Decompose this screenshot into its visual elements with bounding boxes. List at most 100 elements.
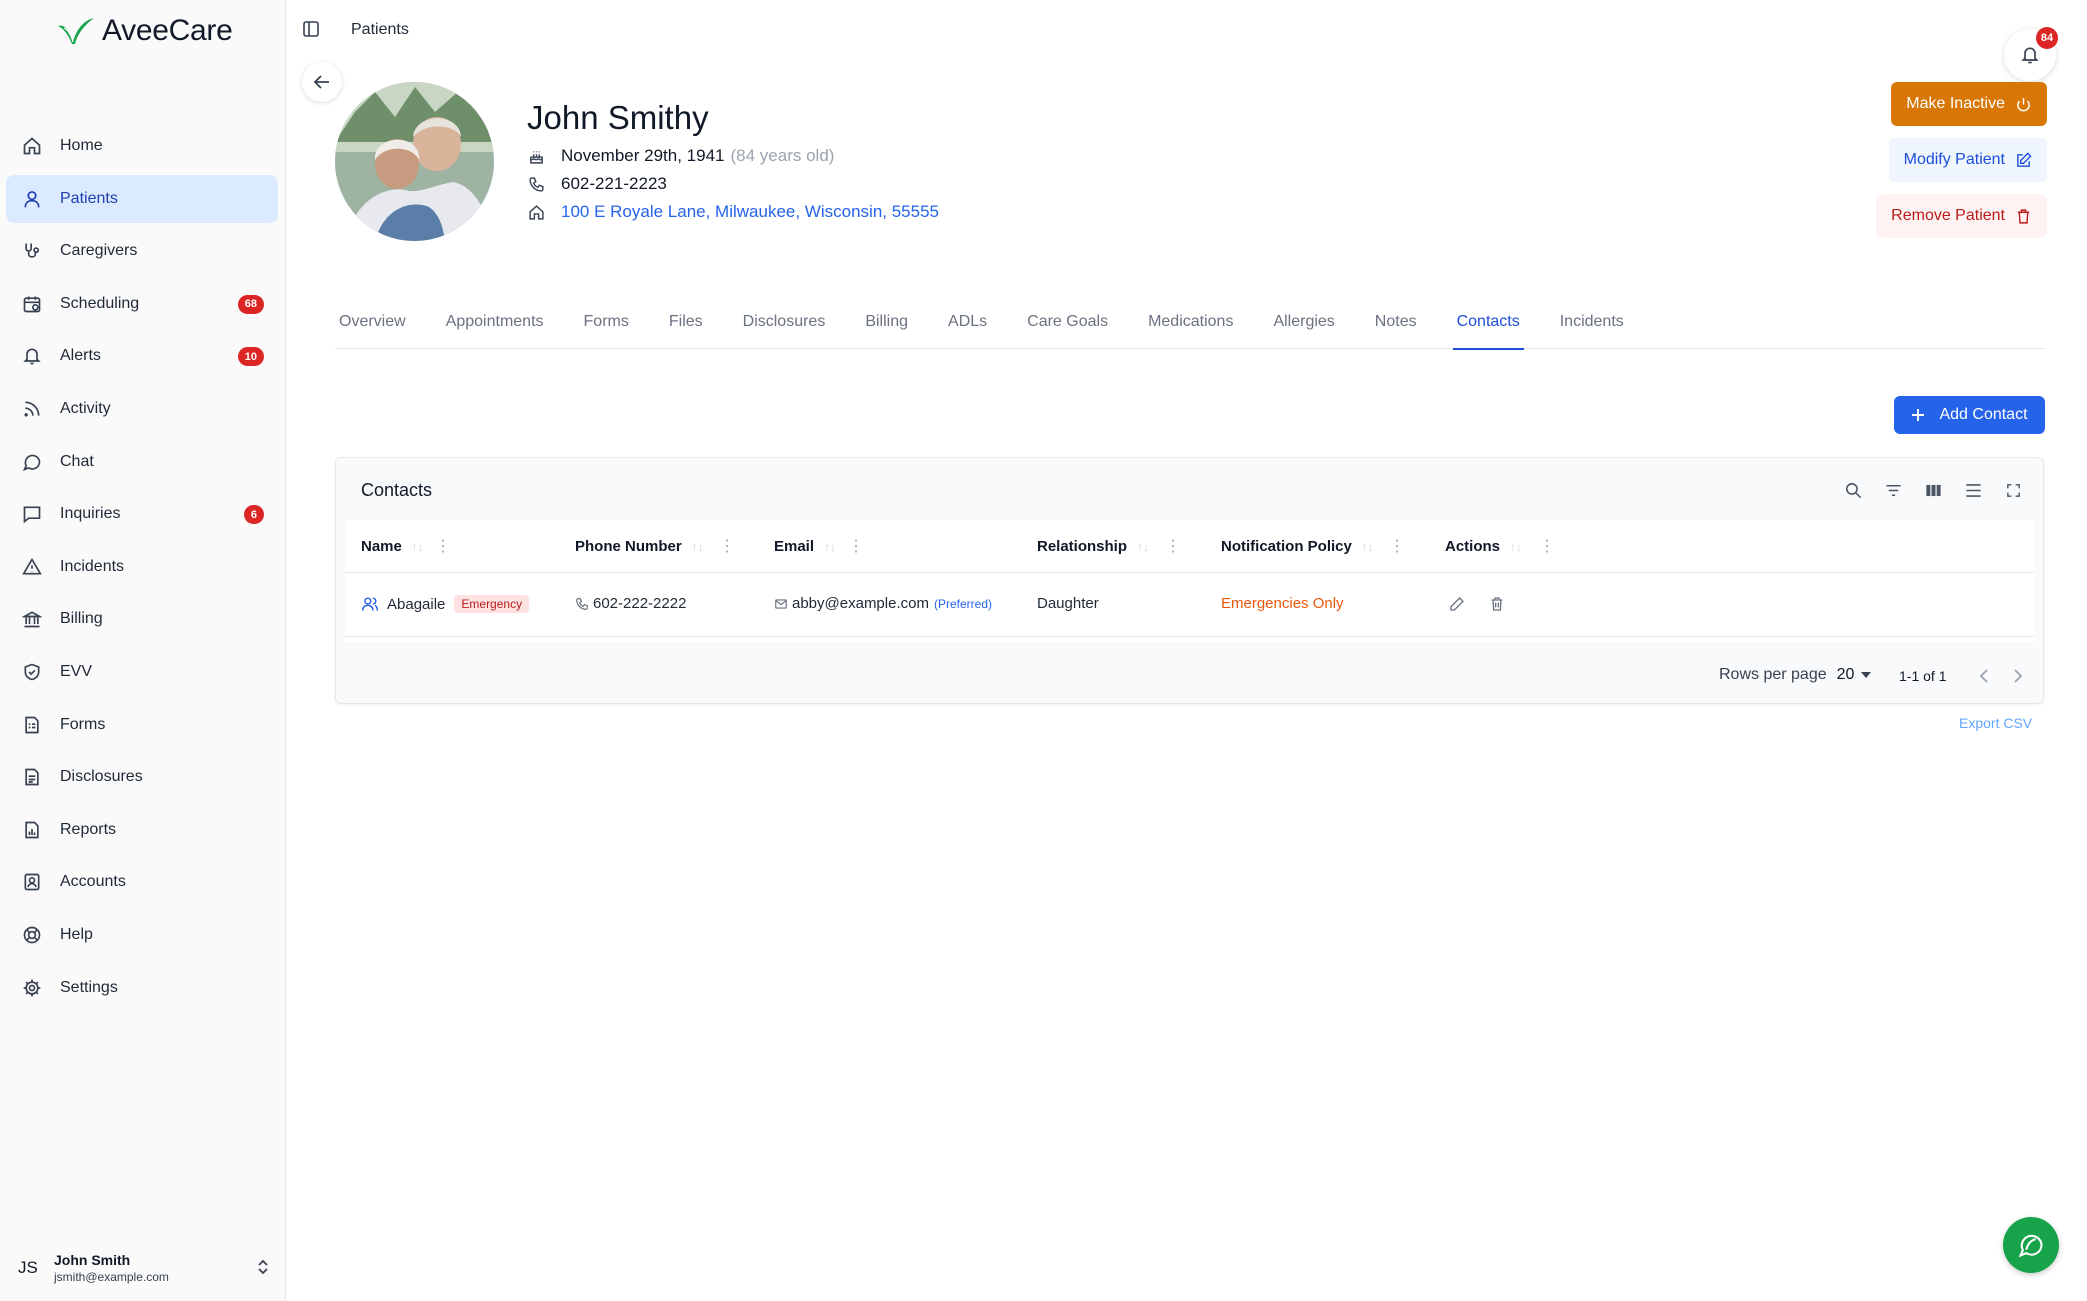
- notifications-button[interactable]: 84: [2004, 27, 2058, 81]
- stethoscope-icon: [21, 240, 43, 262]
- column-menu-icon[interactable]: ⋮: [1165, 536, 1181, 556]
- sort-icon[interactable]: ↑↓: [1362, 540, 1374, 554]
- table-header: Name ↑↓ ⋮ Phone Number ↑↓ ⋮ Email ↑↓ ⋮ Rela…: [345, 520, 2035, 573]
- patient-name: John Smithy: [527, 99, 709, 136]
- tab-allergies[interactable]: Allergies: [1269, 306, 1338, 349]
- sidebar-item-billing[interactable]: Billing: [6, 595, 278, 643]
- cell-actions: [1448, 595, 1506, 613]
- column-header-relationship[interactable]: Relationship ↑↓ ⋮: [1037, 538, 1181, 555]
- contact-email: abby@example.com: [792, 595, 929, 612]
- tab-billing[interactable]: Billing: [861, 306, 912, 349]
- tab-notes[interactable]: Notes: [1371, 306, 1421, 349]
- gear-icon: [21, 977, 43, 999]
- column-header-actions[interactable]: Actions ↑↓ ⋮: [1445, 538, 1555, 555]
- column-menu-icon[interactable]: ⋮: [435, 536, 451, 556]
- sidebar-item-reports[interactable]: Reports: [6, 806, 278, 854]
- user-menu[interactable]: JS John Smith jsmith@example.com: [0, 1235, 286, 1301]
- next-page-icon[interactable]: [2008, 666, 2028, 686]
- alerts-count-badge: 10: [237, 347, 264, 367]
- cell-relationship: Daughter: [1037, 595, 1099, 612]
- sort-icon[interactable]: ↑↓: [692, 540, 704, 554]
- modify-patient-button[interactable]: Modify Patient: [1888, 138, 2047, 182]
- make-inactive-button[interactable]: Make Inactive: [1891, 82, 2047, 126]
- remove-patient-button[interactable]: Remove Patient: [1876, 194, 2047, 238]
- tab-disclosures[interactable]: Disclosures: [739, 306, 830, 349]
- sort-icon[interactable]: ↑↓: [1510, 540, 1522, 554]
- search-icon[interactable]: [1841, 478, 1865, 502]
- edit-pencil-icon[interactable]: [1448, 595, 1466, 613]
- sidebar-item-chat[interactable]: Chat: [6, 438, 278, 486]
- sidebar-item-forms[interactable]: Forms: [6, 701, 278, 749]
- tab-incidents[interactable]: Incidents: [1556, 306, 1628, 349]
- columns-icon[interactable]: [1921, 478, 1945, 502]
- rows-per-page: Rows per page 20: [1719, 666, 1872, 684]
- sidebar-item-caregivers[interactable]: Caregivers: [6, 227, 278, 275]
- sidebar-item-scheduling[interactable]: Scheduling 68: [6, 280, 278, 328]
- column-header-notification-policy[interactable]: Notification Policy ↑↓ ⋮: [1221, 538, 1405, 555]
- sort-icon[interactable]: ↑↓: [412, 540, 424, 554]
- tab-contacts[interactable]: Contacts: [1452, 306, 1524, 350]
- column-header-email[interactable]: Email ↑↓ ⋮: [774, 538, 864, 555]
- contact-name[interactable]: Abagaile: [387, 596, 445, 613]
- column-menu-icon[interactable]: ⋮: [1539, 536, 1555, 556]
- sidebar-item-settings[interactable]: Settings: [6, 964, 278, 1012]
- arrow-left-icon: [313, 73, 331, 91]
- assistant-chat-button[interactable]: [2003, 1217, 2059, 1273]
- sidebar-toggle-icon[interactable]: [302, 20, 322, 40]
- sidebar-item-accounts[interactable]: Accounts: [6, 858, 278, 906]
- fullscreen-icon[interactable]: [2001, 478, 2025, 502]
- prev-page-icon[interactable]: [1974, 666, 1994, 686]
- home-icon: [21, 135, 43, 157]
- patient-address-link[interactable]: 100 E Royale Lane, Milwaukee, Wisconsin,…: [561, 202, 939, 222]
- column-label: Actions: [1445, 538, 1501, 555]
- page-count: 1-1 of 1: [1899, 668, 1947, 684]
- tab-forms[interactable]: Forms: [580, 306, 633, 349]
- sidebar-item-alerts[interactable]: Alerts 10: [6, 332, 278, 380]
- export-csv-link[interactable]: Export CSV: [1959, 715, 2032, 731]
- contacts-table: Name ↑↓ ⋮ Phone Number ↑↓ ⋮ Email ↑↓ ⋮ Rela…: [345, 520, 2035, 642]
- tab-appointments[interactable]: Appointments: [442, 306, 548, 349]
- back-button[interactable]: [302, 62, 342, 102]
- tab-files[interactable]: Files: [665, 306, 707, 349]
- chevron-up-down-icon[interactable]: [256, 1259, 270, 1275]
- sidebar-item-label: Alerts: [60, 347, 101, 365]
- form-icon: [21, 714, 43, 736]
- modify-patient-label: Modify Patient: [1903, 151, 2005, 168]
- sidebar-item-inquiries[interactable]: Inquiries 6: [6, 490, 278, 538]
- column-label: Relationship: [1037, 538, 1128, 555]
- tab-overview[interactable]: Overview: [335, 306, 410, 349]
- sidebar-item-patients[interactable]: Patients: [6, 174, 278, 223]
- column-menu-icon[interactable]: ⋮: [719, 536, 735, 556]
- filter-icon[interactable]: [1881, 478, 1905, 502]
- patient-age: (84 years old): [730, 146, 835, 165]
- density-icon[interactable]: [1961, 478, 1985, 502]
- breadcrumb[interactable]: Patients: [351, 21, 409, 39]
- sidebar-item-help[interactable]: Help: [6, 911, 278, 959]
- sidebar-item-evv[interactable]: EVV: [6, 648, 278, 696]
- sidebar-item-activity[interactable]: Activity: [6, 385, 278, 433]
- tab-medications[interactable]: Medications: [1144, 306, 1237, 349]
- sidebar-item-incidents[interactable]: Incidents: [6, 543, 278, 591]
- brand-logo[interactable]: AveeCare: [56, 14, 233, 48]
- user-name: John Smith: [54, 1252, 131, 1268]
- trash-icon[interactable]: [1488, 595, 1506, 613]
- tab-adls[interactable]: ADLs: [944, 306, 991, 349]
- leaf-chat-icon: [2017, 1231, 2045, 1259]
- column-menu-icon[interactable]: ⋮: [848, 536, 864, 556]
- rss-icon: [21, 398, 43, 420]
- user-info: John Smith jsmith@example.com: [54, 1252, 169, 1284]
- patient-address-row: 100 E Royale Lane, Milwaukee, Wisconsin,…: [527, 202, 939, 222]
- add-contact-button[interactable]: Add Contact: [1894, 396, 2045, 434]
- sidebar-item-label: Incidents: [60, 557, 125, 575]
- sidebar-item-home[interactable]: Home: [6, 122, 278, 170]
- column-header-name[interactable]: Name ↑↓ ⋮: [361, 538, 451, 555]
- sidebar-item-disclosures[interactable]: Disclosures: [6, 753, 278, 801]
- sort-icon[interactable]: ↑↓: [1137, 540, 1149, 554]
- table-row[interactable]: Abagaile Emergency 602-222-2222 abby@exa…: [345, 573, 2035, 637]
- contacts-title: Contacts: [361, 480, 433, 500]
- rows-per-page-select[interactable]: 20: [1837, 666, 1872, 684]
- column-header-phone[interactable]: Phone Number ↑↓ ⋮: [575, 538, 735, 555]
- sort-icon[interactable]: ↑↓: [824, 540, 836, 554]
- tab-care-goals[interactable]: Care Goals: [1023, 306, 1112, 349]
- column-menu-icon[interactable]: ⋮: [1389, 536, 1405, 556]
